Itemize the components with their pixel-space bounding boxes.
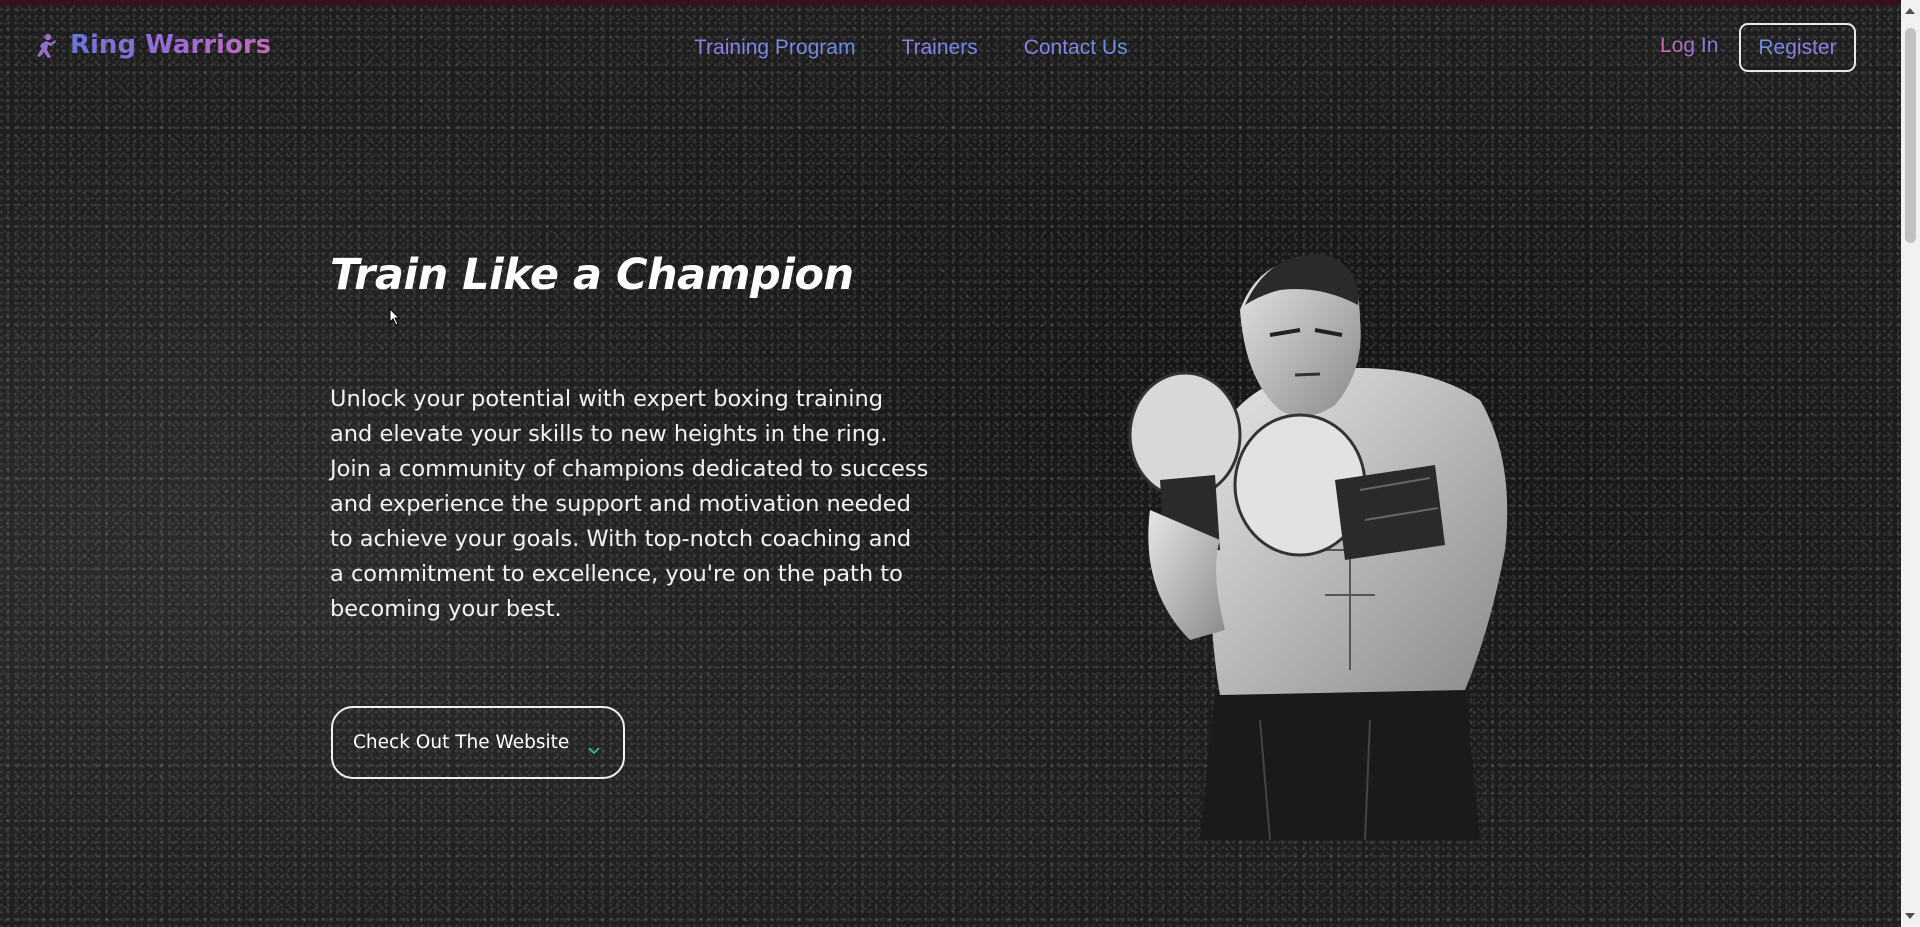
boxer-illustration xyxy=(1128,254,1508,840)
hero-description: Unlock your potential with expert boxing… xyxy=(330,386,929,622)
nav-contact-us[interactable]: Contact Us xyxy=(1024,36,1128,60)
chevron-down-icon xyxy=(588,746,600,754)
register-button[interactable]: Register xyxy=(1739,23,1856,72)
check-out-website-button[interactable]: Check Out The Website xyxy=(331,706,625,779)
nav-trainers[interactable]: Trainers xyxy=(901,36,977,60)
scroll-down-icon[interactable] xyxy=(1905,913,1915,919)
nav-training-program[interactable]: Training Program xyxy=(694,36,855,60)
register-label: Register xyxy=(1758,35,1837,59)
site-logo[interactable]: Ring Warriors xyxy=(32,30,271,60)
textured-background xyxy=(0,0,1920,927)
scroll-thumb[interactable] xyxy=(1905,28,1916,243)
main-nav: Training Program Trainers Contact Us xyxy=(694,36,1128,60)
top-border xyxy=(0,0,1920,4)
page-scrollbar[interactable] xyxy=(1901,0,1920,927)
hero-title: Train Like a Champion xyxy=(330,250,854,300)
login-link[interactable]: Log In xyxy=(1660,34,1718,58)
scroll-up-icon[interactable] xyxy=(1905,8,1915,14)
logo-text: Ring Warriors xyxy=(70,30,272,60)
cta-label: Check Out The Website xyxy=(353,732,570,753)
mouse-cursor xyxy=(389,308,401,326)
boxing-fighter-icon xyxy=(37,33,56,58)
